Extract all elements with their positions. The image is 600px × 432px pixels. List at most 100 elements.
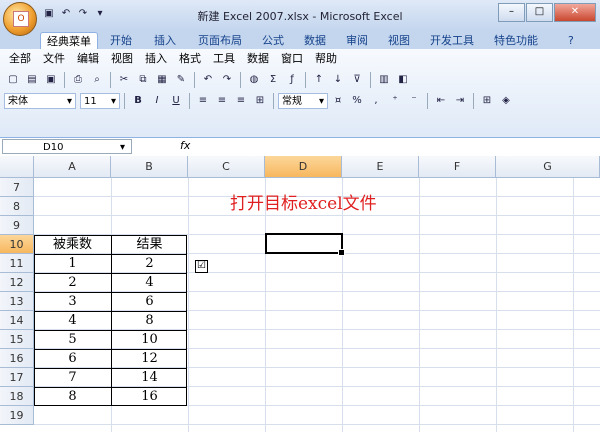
column-header-b[interactable]: B: [111, 156, 188, 178]
tab-special[interactable]: 特色功能: [488, 32, 544, 49]
minimize-button[interactable]: –: [498, 3, 525, 22]
undo-icon[interactable]: ↶: [199, 71, 217, 89]
italic-button[interactable]: I: [148, 92, 166, 110]
row-header-7[interactable]: 7: [0, 178, 34, 197]
redo-icon[interactable]: ↷: [218, 71, 236, 89]
row-header-8[interactable]: 8: [0, 197, 34, 216]
column-header-g[interactable]: G: [496, 156, 600, 178]
row-header-18[interactable]: 18: [0, 387, 34, 406]
align-center-icon[interactable]: ≡: [213, 92, 231, 110]
formula-input[interactable]: [200, 139, 598, 154]
cell-b18[interactable]: 16: [111, 387, 188, 406]
sort-asc-icon[interactable]: ↑: [310, 71, 328, 89]
paste-icon[interactable]: ▦: [153, 71, 171, 89]
underline-button[interactable]: U: [167, 92, 185, 110]
save-icon[interactable]: ▣: [42, 71, 60, 89]
format-painter-icon[interactable]: ✎: [172, 71, 190, 89]
menu-edit[interactable]: 编辑: [72, 52, 104, 66]
cell-b11[interactable]: 2: [111, 254, 188, 273]
tab-data[interactable]: 数据: [298, 32, 332, 49]
new-icon[interactable]: ▢: [4, 71, 22, 89]
row-header-9[interactable]: 9: [0, 216, 34, 235]
align-right-icon[interactable]: ≡: [232, 92, 250, 110]
menu-format[interactable]: 格式: [174, 52, 206, 66]
cell-b13[interactable]: 6: [111, 292, 188, 311]
tab-developer[interactable]: 开发工具: [424, 32, 480, 49]
percent-button[interactable]: %: [348, 92, 366, 110]
font-name-select[interactable]: 宋体 ▾: [4, 93, 76, 109]
cell-a18[interactable]: 8: [34, 387, 111, 406]
tab-page-layout[interactable]: 页面布局: [192, 32, 248, 49]
checkbox-icon[interactable]: ☑: [195, 260, 208, 273]
row-header-16[interactable]: 16: [0, 349, 34, 368]
fill-color-icon[interactable]: ◈: [497, 92, 515, 110]
tab-classic-menu[interactable]: 经典菜单: [40, 32, 98, 50]
active-cell-d10[interactable]: [265, 233, 345, 256]
help-icon[interactable]: ?: [562, 32, 580, 49]
cell-b15[interactable]: 10: [111, 330, 188, 349]
column-header-e[interactable]: E: [342, 156, 419, 178]
menu-insert[interactable]: 插入: [140, 52, 172, 66]
menu-all[interactable]: 全部: [4, 52, 36, 66]
row-header-12[interactable]: 12: [0, 273, 34, 292]
cell-b17[interactable]: 14: [111, 368, 188, 387]
drawing-icon[interactable]: ◧: [394, 71, 412, 89]
cell-a17[interactable]: 7: [34, 368, 111, 387]
tab-home[interactable]: 开始: [104, 32, 138, 49]
increase-decimal-icon[interactable]: ⁺: [386, 92, 404, 110]
row-header-13[interactable]: 13: [0, 292, 34, 311]
print-icon[interactable]: ⎙: [69, 71, 87, 89]
chart-icon[interactable]: ▥: [375, 71, 393, 89]
fx-icon[interactable]: fx: [180, 139, 190, 152]
sort-desc-icon[interactable]: ↓: [329, 71, 347, 89]
menu-window[interactable]: 窗口: [276, 52, 308, 66]
row-header-19[interactable]: 19: [0, 406, 34, 425]
open-icon[interactable]: ▤: [23, 71, 41, 89]
row-header-10[interactable]: 10: [0, 235, 34, 254]
tab-review[interactable]: 审阅: [340, 32, 374, 49]
borders-icon[interactable]: ⊞: [478, 92, 496, 110]
cut-icon[interactable]: ✂: [115, 71, 133, 89]
select-all-corner[interactable]: [0, 156, 34, 178]
bold-button[interactable]: B: [129, 92, 147, 110]
decrease-decimal-icon[interactable]: ⁻: [405, 92, 423, 110]
cell-b16[interactable]: 12: [111, 349, 188, 368]
function-icon[interactable]: ƒ: [283, 71, 301, 89]
cell-b10[interactable]: 结果: [111, 235, 188, 254]
font-size-select[interactable]: 11 ▾: [80, 93, 120, 109]
name-box[interactable]: D10 ▾: [2, 139, 132, 154]
row-header-14[interactable]: 14: [0, 311, 34, 330]
cell-a13[interactable]: 3: [34, 292, 111, 311]
currency-icon[interactable]: ¤: [329, 92, 347, 110]
menu-data[interactable]: 数据: [242, 52, 274, 66]
tab-view[interactable]: 视图: [382, 32, 416, 49]
hyperlink-icon[interactable]: ◍: [245, 71, 263, 89]
close-button[interactable]: ✕: [554, 3, 596, 22]
row-header-11[interactable]: 11: [0, 254, 34, 273]
menu-view[interactable]: 视图: [106, 52, 138, 66]
preview-icon[interactable]: ⌕: [88, 71, 106, 89]
cell-a11[interactable]: 1: [34, 254, 111, 273]
menu-file[interactable]: 文件: [38, 52, 70, 66]
column-header-a[interactable]: A: [34, 156, 111, 178]
maximize-button[interactable]: □: [526, 3, 553, 22]
cell-a14[interactable]: 4: [34, 311, 111, 330]
merge-center-icon[interactable]: ⊞: [251, 92, 269, 110]
row-header-17[interactable]: 17: [0, 368, 34, 387]
cell-b14[interactable]: 8: [111, 311, 188, 330]
column-header-d[interactable]: D: [265, 156, 342, 178]
increase-indent-icon[interactable]: ⇥: [451, 92, 469, 110]
autosum-icon[interactable]: Σ: [264, 71, 282, 89]
office-button[interactable]: O: [3, 2, 37, 36]
copy-icon[interactable]: ⧉: [134, 71, 152, 89]
tab-formulas[interactable]: 公式: [256, 32, 290, 49]
cell-a12[interactable]: 2: [34, 273, 111, 292]
cell-b12[interactable]: 4: [111, 273, 188, 292]
number-format-select[interactable]: 常规 ▾: [278, 93, 328, 109]
menu-help[interactable]: 帮助: [310, 52, 342, 66]
column-header-c[interactable]: C: [188, 156, 265, 178]
column-header-f[interactable]: F: [419, 156, 496, 178]
menu-tools[interactable]: 工具: [208, 52, 240, 66]
row-header-15[interactable]: 15: [0, 330, 34, 349]
tab-insert[interactable]: 插入: [148, 32, 182, 49]
